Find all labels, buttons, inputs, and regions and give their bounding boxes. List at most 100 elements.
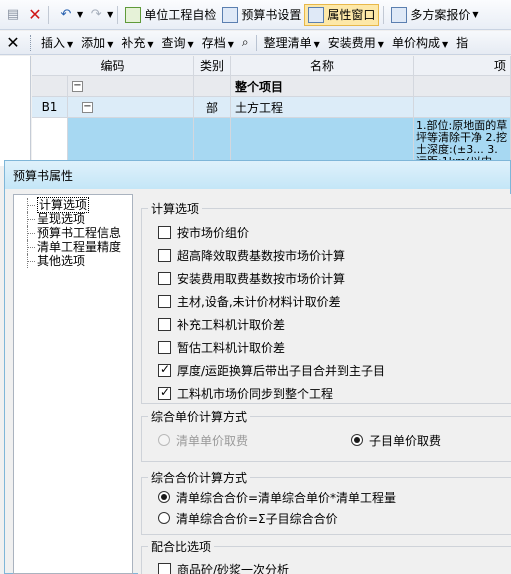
supplement-menu[interactable]: 补充 ▼ (117, 34, 157, 51)
multi-quote-button[interactable]: 多方案报价 ▼ (388, 4, 481, 26)
checkbox-box[interactable] (158, 340, 171, 354)
checkbox-label: 商品砼/砂浆一次分析 (177, 562, 290, 574)
settings-doc-icon (222, 6, 239, 23)
check-table-icon (125, 6, 142, 23)
header-code[interactable]: 编码 (32, 56, 194, 76)
sync-market-price-checkbox[interactable]: 工料机市场价同步到整个工程 (158, 384, 333, 402)
subitem-unit-price-radio[interactable]: 子目单价取费 (351, 431, 441, 449)
table-row[interactable]: B1 − 部 土方工程 (32, 97, 511, 118)
more-menu[interactable]: 指 (452, 34, 472, 51)
header-feature[interactable]: 项 (414, 56, 511, 76)
high-rise-checkbox[interactable]: 超高降效取费基数按市场价计算 (158, 246, 345, 264)
nav-item-quantity-precision[interactable]: 清单工程量精度 (14, 240, 132, 254)
nav-item-project-info[interactable]: 预算书工程信息 (14, 226, 132, 240)
separator (255, 34, 257, 51)
redo-dropdown-icon[interactable]: ▼ (107, 10, 113, 19)
unit-price-method-group: 综合单价计算方式 清单单价取费 子目单价取费 (141, 408, 511, 462)
install-fee-menu[interactable]: 安装费用 ▼ (324, 34, 388, 51)
budget-settings-button[interactable]: 预算书设置 (219, 4, 304, 26)
total-by-subitem-radio[interactable]: 清单综合合价=Σ子目综合合价 (158, 509, 338, 527)
toolbar-grip[interactable] (30, 34, 33, 51)
table-row[interactable]: 1.部位:原地面的草坪等清除干净 2.挖土深度:(±3... 3.运距:1km(… (32, 118, 511, 166)
chevron-down-icon: ▼ (187, 40, 194, 49)
nav-label: 清单工程量精度 (37, 240, 122, 254)
budget-grid: 编码 类别 名称 项 − 整个项目 B1 − 部 土方工程 1.部位:原地面的草… (32, 56, 511, 166)
unit-check-button[interactable]: 单位工程自检 (122, 4, 219, 26)
checkbox-box[interactable] (158, 225, 171, 239)
nav-label: 预算书工程信息 (37, 226, 122, 240)
radio-dot[interactable] (158, 434, 170, 446)
list-unit-price-radio[interactable]: 清单单价取费 (158, 431, 248, 449)
find-button[interactable]: ⌕ (238, 35, 253, 50)
property-window-button[interactable]: 属性窗口 (304, 3, 380, 26)
unit-price-comp-label: 单价构成 (391, 36, 440, 50)
market-price-checkbox[interactable]: 按市场价组价 (158, 223, 249, 241)
group-title: 综合合价计算方式 (148, 469, 251, 486)
budget-settings-label: 预算书设置 (241, 8, 302, 22)
chevron-down-icon: ▼ (227, 40, 234, 49)
undo-icon[interactable]: ↶ (57, 6, 75, 24)
checkbox-box[interactable] (158, 271, 171, 285)
radio-dot[interactable] (158, 491, 170, 503)
query-label: 查询 (161, 36, 186, 50)
insert-label: 插入 (41, 36, 66, 50)
nav-item-display-options[interactable]: 呈现选项 (14, 212, 132, 226)
header-type[interactable]: 类别 (194, 56, 231, 76)
supplement-material-checkbox[interactable]: 补充工料机计取价差 (158, 315, 285, 333)
row-name (231, 118, 414, 166)
dialog-title-bar[interactable]: 预算书属性 (5, 161, 510, 189)
paste-icon[interactable]: ▤ (4, 6, 22, 24)
delete-icon[interactable]: ✕ (26, 5, 44, 24)
total-by-unit-price-radio[interactable]: 清单综合合价=清单综合单价*清单工程量 (158, 488, 396, 506)
radio-label: 清单综合合价=Σ子目综合合价 (176, 511, 338, 526)
header-name[interactable]: 名称 (231, 56, 414, 76)
organize-list-menu[interactable]: 整理清单 ▼ (260, 34, 324, 51)
radio-label: 清单综合合价=清单综合单价*清单工程量 (176, 490, 397, 505)
main-material-checkbox[interactable]: 主材,设备,未计价材料计取价差 (158, 292, 341, 310)
checkbox-box[interactable] (158, 248, 171, 262)
table-row[interactable]: − 整个项目 (32, 76, 511, 97)
row-feature (414, 76, 511, 97)
chevron-down-icon: ▼ (441, 40, 449, 49)
checkbox-box[interactable] (158, 317, 171, 331)
collapse-icon[interactable]: − (68, 97, 194, 118)
merge-subitem-checkbox[interactable]: 厚度/运距换算后带出子目合并到主子目 (158, 361, 385, 379)
redo-icon[interactable]: ↷ (87, 6, 105, 24)
window-icon (308, 6, 325, 23)
chevron-down-icon: ▼ (377, 40, 384, 49)
radio-dot[interactable] (351, 434, 363, 446)
checkbox-label: 主材,设备,未计价材料计取价差 (177, 294, 341, 309)
checkbox-box[interactable] (158, 294, 171, 308)
provisional-material-checkbox[interactable]: 暂估工料机计取价差 (158, 338, 285, 356)
supplement-label: 补充 (121, 36, 146, 50)
unit-price-comp-menu[interactable]: 单价构成 ▼ (388, 34, 452, 51)
archive-menu[interactable]: 存档 ▼ (198, 34, 238, 51)
chevron-down-icon: ▼ (107, 40, 114, 49)
row-feature (414, 97, 511, 118)
separator (117, 5, 119, 24)
row-type (194, 118, 231, 166)
nav-label: 其他选项 (37, 254, 86, 268)
group-title: 配合比选项 (148, 538, 215, 555)
radio-dot[interactable] (158, 512, 170, 524)
nav-item-calc-options[interactable]: 计算选项 (14, 197, 132, 213)
multi-quote-label: 多方案报价 (410, 8, 471, 22)
row-code (32, 118, 68, 166)
checkbox-box[interactable] (158, 362, 171, 377)
undo-dropdown-icon[interactable]: ▼ (77, 10, 83, 19)
archive-label: 存档 (201, 36, 226, 50)
insert-menu[interactable]: 插入 ▼ (37, 34, 77, 51)
add-menu[interactable]: 添加 ▼ (77, 34, 117, 51)
row-number (32, 76, 68, 97)
install-fee-checkbox[interactable]: 安装费用取费基数按市场价计算 (158, 269, 345, 287)
close-icon[interactable]: ✕ (0, 33, 26, 52)
nav-item-other-options[interactable]: 其他选项 (14, 254, 132, 268)
radio-label: 清单单价取费 (176, 433, 249, 448)
checkbox-box[interactable] (158, 385, 171, 400)
query-menu[interactable]: 查询 ▼ (158, 34, 198, 51)
edit-toolbar: ✕ 插入 ▼ 添加 ▼ 补充 ▼ 查询 ▼ 存档 ▼ ⌕ 整理清单 ▼ 安装费用 ▼ 单价构成… (0, 31, 511, 55)
dialog-title: 预算书属性 (13, 168, 74, 183)
collapse-icon[interactable]: − (68, 76, 194, 97)
commercial-concrete-checkbox[interactable]: 商品砼/砂浆一次分析 (158, 560, 289, 574)
checkbox-box[interactable] (158, 562, 171, 574)
